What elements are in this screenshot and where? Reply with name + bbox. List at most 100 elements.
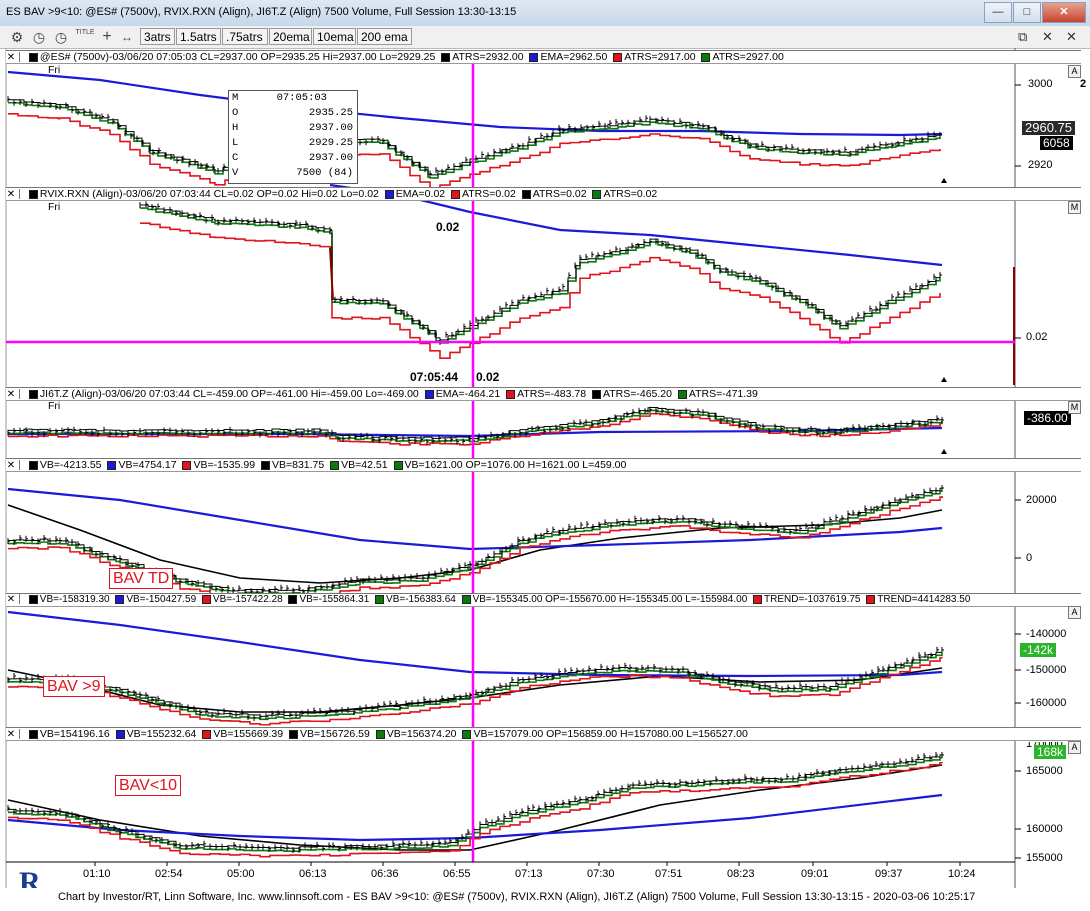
bavtd-legend-1: VB=4754.17 xyxy=(118,459,177,471)
legend-swatch xyxy=(592,389,601,399)
legend-swatch xyxy=(330,460,340,470)
legend-swatch xyxy=(451,189,461,199)
bav10-axis-label: 155000 xyxy=(1026,852,1063,864)
ohlc-key: L xyxy=(232,137,239,149)
legend-swatch xyxy=(529,52,539,62)
footer-text: Chart by Investor/RT, Linn Software, Inc… xyxy=(58,891,976,903)
legend-swatch xyxy=(506,389,516,399)
pane-menu-button[interactable]: M xyxy=(1068,401,1081,414)
bavtd-legend-0: VB=-4213.55 xyxy=(39,459,102,471)
minimize-button[interactable]: — xyxy=(984,2,1012,23)
cursor-time-label: 07:05:44 xyxy=(410,370,459,384)
rvix-day-label: Fri xyxy=(48,201,61,213)
restore-icon[interactable]: ⧉ xyxy=(1018,29,1027,45)
ohlc-key: C xyxy=(232,152,239,164)
ohlc-tooltip: M 07:05:03 O 2935.25 H 2937.00 L 2929.25 C 29… xyxy=(228,90,358,184)
legend-swatch xyxy=(28,729,38,739)
scroll-icon[interactable]: ↔ xyxy=(118,29,136,45)
pane-background xyxy=(6,739,1015,862)
bav10-axis-label: 165000 xyxy=(1026,765,1063,777)
clock-icon[interactable]: ◷ xyxy=(52,29,70,45)
close-pane-icon[interactable]: ✕ xyxy=(6,189,16,201)
cursor-value-label: 0.02 xyxy=(476,370,500,384)
bav10-axis-label: 160000 xyxy=(1026,823,1063,835)
pane-autoscale-button[interactable]: A xyxy=(1068,741,1081,754)
legend-swatch xyxy=(288,594,298,604)
ji6t-legend-0: EMA=-464.21 xyxy=(435,388,501,400)
ohlc-key: H xyxy=(232,122,239,134)
pane-header-bav10: ✕ VB=154196.16 VB=155232.64 VB=155669.39… xyxy=(6,727,1081,741)
pane-background xyxy=(6,199,1015,385)
legend-swatch xyxy=(115,594,125,604)
title-icon-label: TITLE xyxy=(75,29,95,36)
es-legend-2: ATRS=2917.00 xyxy=(624,51,696,63)
window-title: ES BAV >9<10: @ES# (7500v), RVIX.RXN (Al… xyxy=(6,6,517,18)
toolbar-button-20ema[interactable]: 20ema xyxy=(269,28,312,45)
pane-header-rvix: ✕ RVIX.RXN (Align)-03/06/20 07:03:44 CL=… xyxy=(6,187,1081,201)
pane-autoscale-button[interactable]: A xyxy=(1068,65,1081,78)
maximize-button[interactable]: □ xyxy=(1013,2,1041,23)
legend-swatch xyxy=(260,460,270,470)
close-chart-icon[interactable]: ✕ xyxy=(1066,29,1077,45)
toolbar-button-200ema[interactable]: 200 ema xyxy=(357,28,412,45)
pane-header-bavtd: ✕ VB=-4213.55 VB=4754.17 VB=-1535.99 VB=… xyxy=(6,458,1081,472)
legend-swatch xyxy=(393,460,403,470)
time-axis-label: 02:54 xyxy=(155,868,183,880)
bavtd-legend-2: VB=-1535.99 xyxy=(193,459,256,471)
bav10-legend-3: VB=156726.59 xyxy=(300,728,370,740)
legend-swatch xyxy=(424,389,434,399)
legend-swatch xyxy=(462,729,472,739)
ji6t-day-label: Fri xyxy=(48,400,61,412)
close-pane-icon[interactable]: ✕ xyxy=(6,389,16,401)
time-axis-label: 07:30 xyxy=(587,868,615,880)
close-pane-icon[interactable]: ✕ xyxy=(6,460,16,472)
close-button[interactable]: ✕ xyxy=(1042,2,1086,23)
timer-icon[interactable]: ◷ xyxy=(30,29,48,45)
legend-swatch xyxy=(28,52,38,62)
rvix-top-value: 0.02 xyxy=(436,220,460,234)
bav9-legend-1: VB=-150427.59 xyxy=(126,594,197,605)
ohlc-key: V xyxy=(232,167,239,179)
legend-swatch xyxy=(592,189,602,199)
toolbar-button-3atrs[interactable]: 3atrs xyxy=(140,28,175,45)
rvix-legend-3: ATRS=0.02 xyxy=(603,188,658,200)
rvix-axis-label: 0.02 xyxy=(1026,331,1048,343)
ji6t-legend-3: ATRS=-471.39 xyxy=(688,388,758,400)
pane-header-es: ✕ @ES# (7500v)-03/06/20 07:05:03 CL=2937… xyxy=(6,50,1081,64)
bav9-legend-0: VB=-158319.30 xyxy=(39,594,110,605)
bavtd-axis-label: 20000 xyxy=(1026,494,1057,506)
es-axis-label: 2920 xyxy=(1028,159,1053,171)
bavtd-legend-3: VB=831.75 xyxy=(271,459,325,471)
bav9-legend-6: TREND=-1037619.75 xyxy=(764,594,861,605)
rvix-legend-1: ATRS=0.02 xyxy=(462,188,516,200)
time-axis-label: 06:55 xyxy=(443,868,471,880)
crosshair-icon[interactable]: + xyxy=(98,29,116,45)
pane-background xyxy=(6,399,1015,455)
legend-swatch xyxy=(182,460,192,470)
legend-swatch xyxy=(375,594,385,604)
pane-autoscale-button[interactable]: A xyxy=(1068,606,1081,619)
legend-swatch xyxy=(115,729,125,739)
toolbar-button-1.5atrs[interactable]: 1.5atrs xyxy=(176,28,221,45)
legend-swatch xyxy=(753,594,763,604)
ohlc-value: 2935.25 xyxy=(308,107,353,119)
legend-swatch xyxy=(866,594,876,604)
gear-icon[interactable]: ⚙ xyxy=(8,29,26,45)
ji6t-legend-1: ATRS=-483.78 xyxy=(517,388,587,400)
legend-swatch xyxy=(677,389,687,399)
close-icon[interactable]: ✕ xyxy=(1042,29,1053,45)
pane-menu-button[interactable]: M xyxy=(1068,201,1081,214)
toolbar-button-10ema[interactable]: 10ema xyxy=(313,28,356,45)
legend-swatch xyxy=(289,729,299,739)
title-icon[interactable]: TITLE xyxy=(75,29,95,45)
bav-gt9-annotation: BAV >9 xyxy=(43,676,105,697)
ohlc-value: 07:05:03 xyxy=(276,92,327,104)
ji6t-legend-2: ATRS=-465.20 xyxy=(603,388,672,400)
close-pane-icon[interactable]: ✕ xyxy=(6,729,16,741)
toolbar-button-.75atrs[interactable]: .75atrs xyxy=(222,28,268,45)
legend-swatch xyxy=(384,189,394,199)
time-axis-label: 05:00 xyxy=(227,868,255,880)
close-pane-icon[interactable]: ✕ xyxy=(6,594,16,606)
es-axis-label-partial: 2 xyxy=(1080,78,1087,90)
close-pane-icon[interactable]: ✕ xyxy=(6,52,16,64)
